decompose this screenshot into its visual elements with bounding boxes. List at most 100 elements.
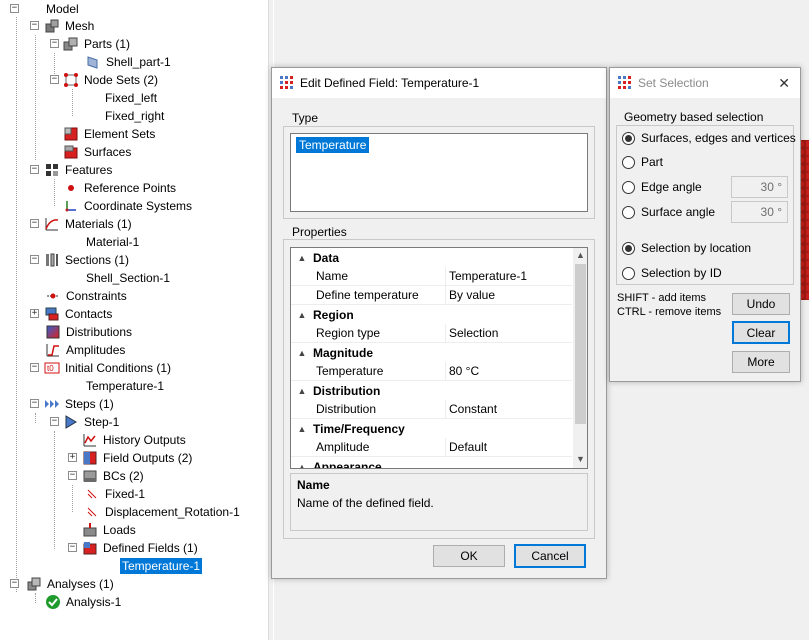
collapse-toggle[interactable]: − [30,255,39,264]
tree-node-fixed-right[interactable]: Fixed_right [103,107,166,125]
prop-row-name[interactable]: Name Temperature-1 [291,267,572,286]
collapse-toggle[interactable]: − [68,543,77,552]
scroll-up-icon[interactable]: ▲ [576,250,585,260]
prop-value[interactable]: By value [449,288,495,302]
tree-node-shell-section[interactable]: Shell_Section-1 [84,269,172,287]
tree-node-features[interactable]: − Features [28,161,114,179]
tree-node-mesh[interactable]: − Mesh [28,17,96,35]
collapse-toggle[interactable]: − [30,363,39,372]
edge-angle-field[interactable]: 30 ° [731,176,788,198]
collapse-toggle[interactable]: − [50,39,59,48]
tree-node-analyses[interactable]: − Analyses (1) [10,575,116,593]
tree-node-ic-temperature[interactable]: Temperature-1 [84,377,166,395]
prop-value[interactable]: Constant [449,402,497,416]
radio-indicator[interactable] [622,205,635,219]
tree-node-bcs[interactable]: − BCs (2) [66,467,146,485]
prop-value[interactable]: 80 °C [449,364,479,378]
category-region[interactable]: ▲ Region [291,305,572,324]
property-grid[interactable]: ▲ Data Name Temperature-1 Define tempera… [290,247,588,469]
more-button[interactable]: More [732,351,790,373]
prop-row-define-temperature[interactable]: Define temperature By value [291,286,572,305]
prop-row-distribution[interactable]: Distribution Constant [291,400,572,419]
tree-node-parts[interactable]: − Parts (1) [47,35,132,53]
prop-row-region-type[interactable]: Region type Selection [291,324,572,343]
ok-button[interactable]: OK [433,545,505,567]
tree-node-step-1[interactable]: − Step-1 [47,413,121,431]
collapse-toggle[interactable]: − [30,21,39,30]
tree-node-displacement-rotation[interactable]: Displacement_Rotation-1 [87,503,242,521]
collapse-chevron-icon[interactable]: ▲ [291,386,313,396]
type-item-temperature[interactable]: Temperature [296,137,370,153]
prop-row-amplitude[interactable]: Amplitude Default [291,438,572,457]
collapse-toggle[interactable]: − [30,165,39,174]
prop-value[interactable]: Default [449,440,487,454]
cancel-button[interactable]: Cancel [514,544,586,568]
radio-surface-angle[interactable]: Surface angle [622,205,715,219]
collapse-chevron-icon[interactable]: ▲ [291,310,313,320]
radio-indicator[interactable] [622,180,635,194]
tree-node-fixed-1[interactable]: Fixed-1 [87,485,147,503]
collapse-toggle[interactable]: − [50,417,59,426]
tree-node-reference-points[interactable]: Reference Points [63,179,178,197]
tree-node-model[interactable]: − Model [10,0,81,18]
category-data[interactable]: ▲ Data [291,248,572,267]
category-appearance[interactable]: ▲ Appearance [291,457,572,469]
radio-indicator[interactable] [622,241,635,255]
collapse-toggle[interactable]: − [30,219,39,228]
clear-button[interactable]: Clear [732,321,790,344]
prop-value[interactable]: Selection [449,326,498,340]
expand-toggle[interactable]: + [30,309,39,318]
radio-selection-by-id[interactable]: Selection by ID [622,266,722,280]
tree-node-initial-conditions[interactable]: − t0 Initial Conditions (1) [28,359,173,377]
collapse-toggle[interactable]: − [10,4,19,13]
category-distribution[interactable]: ▲ Distribution [291,381,572,400]
tree-node-coordinate-systems[interactable]: Coordinate Systems [63,197,194,215]
prop-row-temperature[interactable]: Temperature 80 °C [291,362,572,381]
tree-node-constraints[interactable]: Constraints [45,287,129,305]
dialog-titlebar[interactable]: Edit Defined Field: Temperature-1 [272,68,606,98]
tree-node-surfaces[interactable]: Surfaces [63,143,133,161]
collapse-toggle[interactable]: − [30,399,39,408]
collapse-chevron-icon[interactable]: ▲ [291,348,313,358]
tree-node-node-sets[interactable]: − Node Sets (2) [47,71,160,89]
radio-selection-by-location[interactable]: Selection by location [622,241,751,255]
radio-surfaces-edges-vertices[interactable]: Surfaces, edges and vertices [622,131,796,145]
property-grid-scrollbar[interactable]: ▲ ▼ [573,248,587,468]
tree-node-field-outputs[interactable]: + Field Outputs (2) [66,449,194,467]
undo-button[interactable]: Undo [732,293,790,315]
radio-indicator[interactable] [622,155,635,169]
tree-node-sections[interactable]: − Sections (1) [28,251,131,269]
tree-node-materials[interactable]: − Materials (1) [28,215,134,233]
tree-node-defined-fields[interactable]: − Defined Fields (1) [66,539,200,557]
type-list[interactable]: Temperature [290,133,588,212]
tree-node-amplitudes[interactable]: Amplitudes [45,341,127,359]
tree-node-distributions[interactable]: Distributions [45,323,134,341]
category-magnitude[interactable]: ▲ Magnitude [291,343,572,362]
close-icon[interactable]: ✕ [778,75,790,92]
scroll-thumb[interactable] [575,264,586,424]
tree-node-shell-part[interactable]: Shell_part-1 [85,53,173,71]
surface-angle-field[interactable]: 30 ° [731,201,788,223]
category-time-frequency[interactable]: ▲ Time/Frequency [291,419,572,438]
collapse-chevron-icon[interactable]: ▲ [291,424,313,434]
expand-toggle[interactable]: + [68,453,77,462]
tree-node-steps[interactable]: − Steps (1) [28,395,116,413]
model-tree[interactable]: − Model − Mesh − Parts (1) Shell_part-1 … [0,0,268,640]
tree-node-element-sets[interactable]: Element Sets [63,125,157,143]
collapse-toggle[interactable]: − [10,579,19,588]
tree-node-contacts[interactable]: + Contacts [28,305,114,323]
radio-indicator[interactable] [622,131,635,145]
tree-node-history-outputs[interactable]: History Outputs [82,431,188,449]
tree-node-analysis-1[interactable]: Analysis-1 [45,593,123,611]
collapse-chevron-icon[interactable]: ▲ [291,253,313,263]
tree-node-fixed-left[interactable]: Fixed_left [103,89,159,107]
collapse-chevron-icon[interactable]: ▲ [291,462,313,469]
tree-node-loads[interactable]: Loads [82,521,138,539]
radio-indicator[interactable] [622,266,635,280]
dialog-titlebar[interactable]: Set Selection ✕ [610,68,800,98]
collapse-toggle[interactable]: − [50,75,59,84]
tree-node-df-temperature[interactable]: Temperature-1 [120,557,203,575]
collapse-toggle[interactable]: − [68,471,77,480]
prop-value[interactable]: Temperature-1 [449,269,527,283]
tree-node-material-1[interactable]: Material-1 [84,233,141,251]
